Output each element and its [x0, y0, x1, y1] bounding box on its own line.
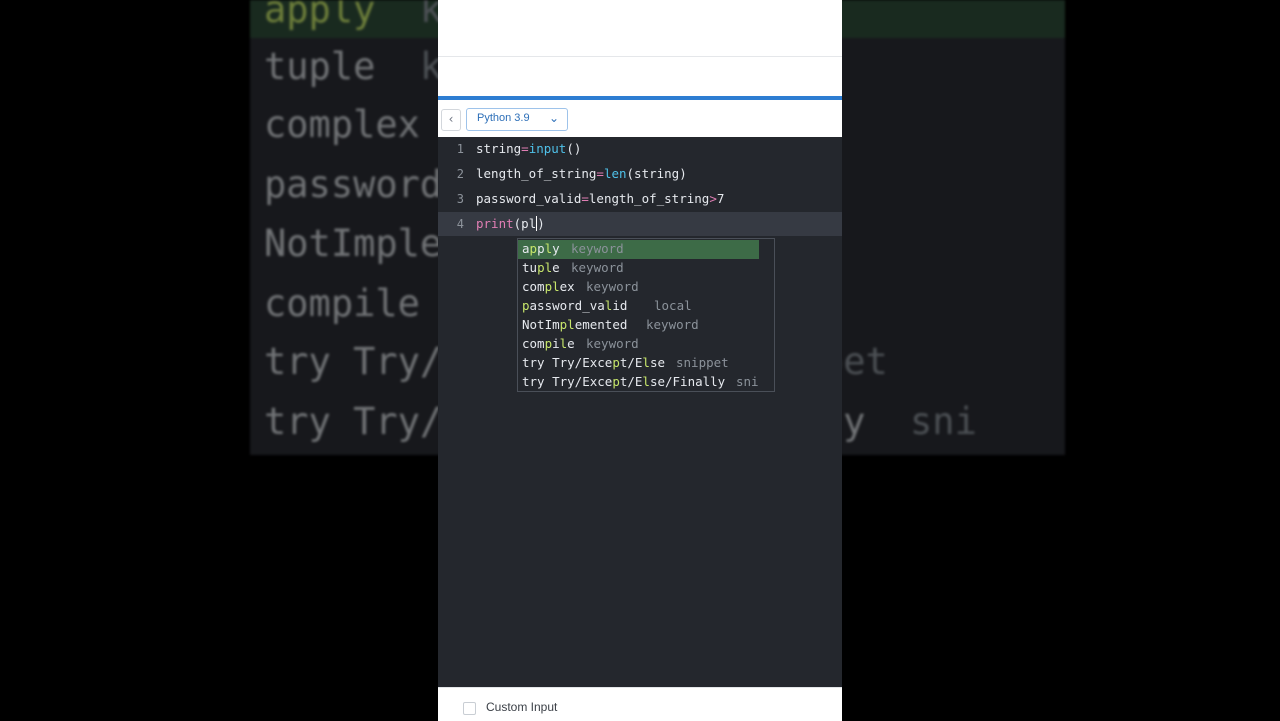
- custom-input-checkbox[interactable]: [463, 702, 476, 715]
- chevron-left-icon: ‹: [448, 112, 454, 126]
- code-text: length_of_string=len(string): [476, 166, 687, 181]
- code-line-3[interactable]: 3 password_valid=length_of_string>7: [438, 187, 842, 211]
- language-select-value: Python 3.9: [477, 112, 530, 124]
- line-number: 2: [456, 167, 464, 181]
- autocomplete-item-tuple[interactable]: tuple keyword: [518, 259, 774, 278]
- autocomplete-item-compile[interactable]: compile keyword: [518, 335, 774, 354]
- custom-input-bar: Custom Input: [438, 687, 842, 721]
- code-editor[interactable]: 1 string=input() 2 length_of_string=len(…: [438, 137, 842, 687]
- code-text: string=input(): [476, 141, 582, 156]
- autocomplete-item-notimplemented[interactable]: NotImplemented keyword: [518, 316, 774, 335]
- custom-input-label: Custom Input: [486, 700, 558, 714]
- autocomplete-popup: apply keyword tuple keyword complex keyw…: [517, 238, 775, 392]
- autocomplete-item-complex[interactable]: complex keyword: [518, 278, 774, 297]
- code-line-1[interactable]: 1 string=input(): [438, 137, 842, 161]
- code-text: print(pl): [476, 216, 545, 231]
- chevron-down-icon: ⌄: [548, 111, 559, 125]
- header-spacer: [438, 57, 842, 96]
- code-text: password_valid=length_of_string>7: [476, 191, 725, 206]
- collapse-button[interactable]: ‹: [441, 109, 461, 131]
- language-select[interactable]: Python 3.9 ⌄: [466, 108, 568, 131]
- autocomplete-item-try-except-else[interactable]: try Try/Except/Else snippet: [518, 354, 774, 373]
- code-line-2[interactable]: 2 length_of_string=len(string): [438, 162, 842, 186]
- autocomplete-item-apply[interactable]: apply keyword: [518, 240, 759, 259]
- line-number: 3: [456, 192, 464, 206]
- line-number: 1: [456, 142, 464, 156]
- header-area: [438, 0, 842, 57]
- code-line-4[interactable]: 4 print(pl): [438, 212, 842, 236]
- autocomplete-item-password-valid[interactable]: password_valid local: [518, 297, 774, 316]
- autocomplete-item-try-except-else-finally[interactable]: try Try/Except/Else/Finally sni: [518, 373, 774, 392]
- line-number: 4: [456, 217, 464, 231]
